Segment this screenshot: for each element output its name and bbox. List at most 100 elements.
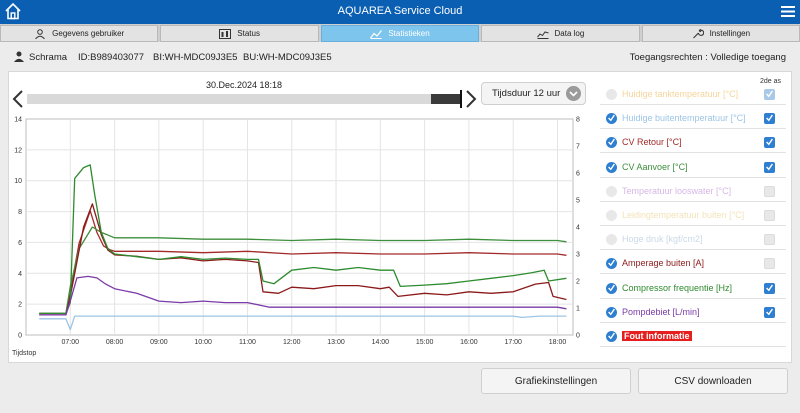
series-toggle[interactable]: [606, 331, 617, 342]
second-axis-checkbox[interactable]: [764, 89, 775, 100]
y-right-tick-label: 80: [576, 117, 580, 124]
timeline-end-marker: [460, 90, 462, 108]
tab-label: Instellingen: [709, 29, 751, 38]
legend-item[interactable]: Hoge druk [kgf/cm2]: [600, 230, 786, 251]
graph-settings-button[interactable]: Grafiekinstellingen: [481, 368, 631, 394]
series-toggle[interactable]: [606, 161, 617, 173]
legend-item[interactable]: Fout informatie: [600, 327, 786, 347]
x-tick-label: 14:00: [372, 339, 390, 346]
series-toggle[interactable]: [606, 89, 617, 100]
x-tick-label: 13:00: [327, 339, 345, 346]
chevron-right-icon[interactable]: [465, 90, 477, 108]
legend-label: Huidige tanktemperatuur [°C]: [622, 89, 739, 99]
x-tick-label: 12:00: [283, 339, 301, 346]
second-axis-checkbox[interactable]: [764, 306, 775, 318]
legend-item[interactable]: Compressor frequentie [Hz]: [600, 279, 786, 299]
device-info-row: Schrama ID:B989403077 BI:WH-MDC09J3E5 BU…: [0, 47, 800, 67]
series-toggle[interactable]: [606, 185, 617, 197]
csv-download-button[interactable]: CSV downloaden: [638, 368, 788, 394]
duration-select[interactable]: Tijdsduur 12 uur: [481, 82, 586, 105]
y-right-tick-label: 40: [576, 225, 580, 232]
main-tabs: Gegevens gebruiker Status Statistieken D…: [0, 24, 800, 42]
tab-gegevens-gebruiker[interactable]: Gegevens gebruiker: [0, 25, 159, 42]
tab-label: Gegevens gebruiker: [52, 29, 125, 38]
x-tick-label: 09:00: [150, 339, 168, 346]
access-rights: Toegangsrechten : Volledige toegang: [629, 52, 786, 63]
second-axis-checkbox[interactable]: [764, 113, 775, 125]
second-axis-checkbox[interactable]: [764, 210, 775, 221]
x-tick-label: 16:00: [460, 339, 478, 346]
tab-data-log[interactable]: Data log: [481, 25, 640, 42]
x-tick-label: 08:00: [106, 339, 124, 346]
chevron-down-icon: [566, 86, 581, 101]
series-toggle[interactable]: [606, 137, 617, 149]
second-axis-checkbox[interactable]: [764, 282, 775, 294]
x-tick-label: 10:00: [194, 339, 212, 346]
legend-item[interactable]: Huidige buitentemperatuur [°C]: [600, 109, 786, 130]
datalog-icon: [536, 30, 549, 39]
y-right-tick-label: 50: [576, 198, 580, 205]
y-right-tick-label: 60: [576, 171, 580, 178]
second-axis-checkbox[interactable]: [764, 258, 775, 270]
series-toggle[interactable]: [606, 258, 617, 270]
y-right-tick-label: 20: [576, 279, 580, 286]
legend-item[interactable]: Huidige tanktemperatuur [°C]: [600, 85, 786, 105]
timeline-scroll-thumb[interactable]: [431, 94, 461, 104]
legend-item[interactable]: CV Retour [°C]: [600, 133, 786, 154]
second-axis-checkbox[interactable]: [764, 137, 775, 149]
wrench-icon: [692, 28, 704, 38]
legend-label: Fout informatie: [622, 331, 692, 341]
chevron-left-icon[interactable]: [12, 90, 24, 108]
hamburger-menu-icon[interactable]: [781, 5, 795, 18]
legend-item[interactable]: Temperatuur looswater [°C]: [600, 182, 786, 202]
indoor-unit-model: BI:WH-MDC09J3E5: [153, 52, 238, 63]
series-toggle[interactable]: [606, 210, 617, 221]
tab-label: Status: [237, 29, 260, 38]
outdoor-unit-model: BU:WH-MDC09J3E5: [243, 52, 332, 63]
tab-statistieken[interactable]: Statistieken: [320, 25, 480, 42]
series-toggle[interactable]: [606, 282, 617, 294]
y-left-tick-label: 12: [14, 147, 22, 154]
y-left-tick-label: 2: [18, 302, 22, 309]
tab-label: Data log: [554, 29, 585, 38]
y-right-tick-label: 70: [576, 144, 580, 151]
x-tick-label: 11:00: [239, 339, 256, 346]
x-tick-label: 18:00: [549, 339, 567, 346]
status-icon: [219, 28, 232, 39]
legend-item[interactable]: Leidingtemperatuur buiten [°C]: [600, 206, 786, 226]
y-left-tick-label: 10: [14, 178, 22, 185]
legend-label: Temperatuur looswater [°C]: [622, 185, 732, 196]
legend-label: Pompdebiet [L/min]: [622, 306, 700, 317]
legend-label: CV Aanvoer [°C]: [622, 161, 688, 172]
series-toggle[interactable]: [606, 113, 617, 125]
second-axis-checkbox[interactable]: [764, 185, 775, 197]
app-title: AQUAREA Service Cloud: [337, 5, 463, 17]
user-name: Schrama: [29, 52, 68, 63]
legend-item[interactable]: Amperage buiten [A]: [600, 254, 786, 275]
y-left-tick-label: 4: [18, 271, 22, 278]
x-tick-label: 17:00: [504, 339, 522, 346]
legend-label: Leidingtemperatuur buiten [°C]: [622, 210, 745, 220]
duration-value: Tijdsduur 12 uur: [492, 88, 561, 99]
statistics-icon: [370, 29, 383, 39]
y-left-tick-label: 14: [14, 117, 22, 124]
second-axis-checkbox[interactable]: [764, 161, 775, 173]
y-left-tick-label: 6: [18, 240, 22, 247]
tab-instellingen[interactable]: Instellingen: [641, 25, 800, 42]
x-tick-label: 07:00: [62, 339, 80, 346]
app-header: AQUAREA Service Cloud: [0, 0, 800, 24]
y-right-tick-label: 0: [576, 333, 580, 340]
series-toggle[interactable]: [606, 306, 617, 318]
second-axis-checkbox[interactable]: [764, 234, 775, 246]
y-right-tick-label: 30: [576, 252, 580, 259]
timeline-current-time: 30.Dec.2024 18:18: [206, 80, 283, 90]
y-left-tick-label: 8: [18, 209, 22, 216]
x-axis-label: Tijdstop: [12, 350, 36, 357]
x-tick-label: 15:00: [416, 339, 434, 346]
legend-item[interactable]: CV Aanvoer [°C]: [600, 158, 786, 178]
y-right-tick-label: 10: [576, 306, 580, 313]
timeline-scrollbar[interactable]: [27, 94, 461, 104]
tab-status[interactable]: Status: [160, 25, 319, 42]
series-toggle[interactable]: [606, 234, 617, 246]
legend-item[interactable]: Pompdebiet [L/min]: [600, 303, 786, 323]
